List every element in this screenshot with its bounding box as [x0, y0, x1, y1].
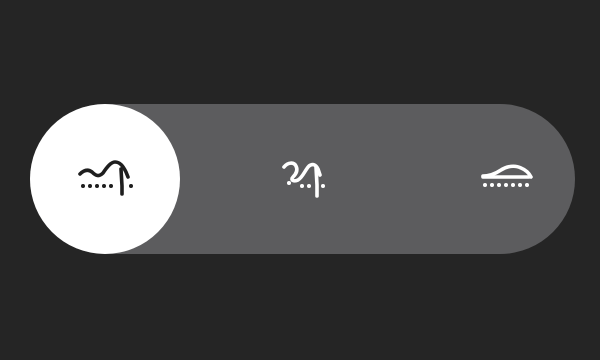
wave-peak-dots-icon — [74, 156, 136, 202]
segment-option-3[interactable] — [434, 104, 584, 254]
segment-option-2[interactable] — [232, 104, 382, 254]
flat-wave-dots-icon — [477, 161, 541, 197]
segment-option-1[interactable] — [30, 104, 180, 254]
loop-wave-dots-icon — [276, 153, 338, 205]
